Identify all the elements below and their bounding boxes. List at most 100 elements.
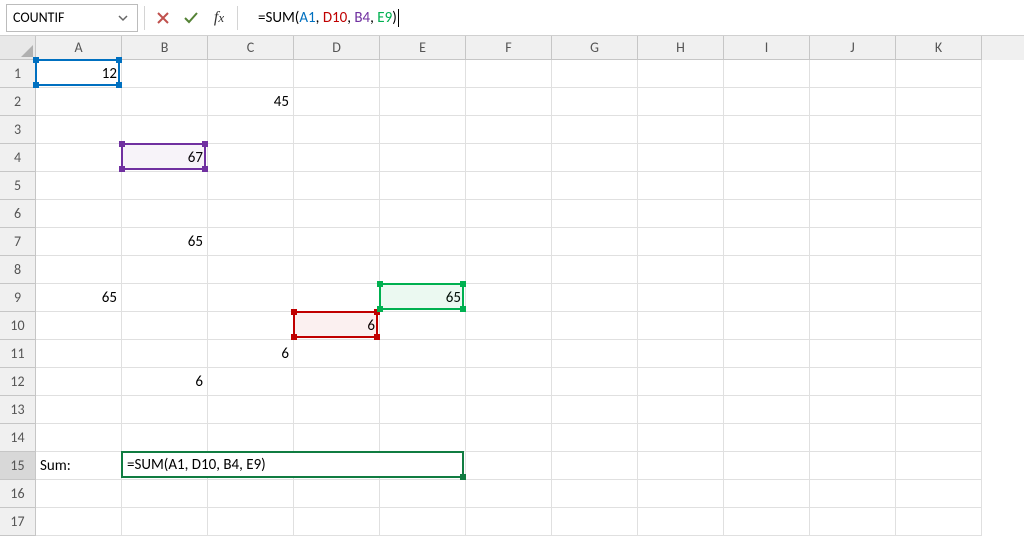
cell[interactable] — [466, 452, 552, 480]
cell[interactable] — [552, 284, 638, 312]
cell[interactable] — [380, 228, 466, 256]
row-header[interactable]: 14 — [0, 424, 36, 452]
cell[interactable] — [638, 424, 724, 452]
cell[interactable] — [896, 228, 982, 256]
cell[interactable] — [466, 396, 552, 424]
column-header[interactable]: H — [638, 36, 724, 60]
cell[interactable] — [638, 256, 724, 284]
cell[interactable] — [810, 396, 896, 424]
cell[interactable] — [724, 256, 810, 284]
cell[interactable] — [724, 60, 810, 88]
cell-value[interactable]: Sum: — [36, 452, 122, 480]
cell[interactable] — [294, 340, 380, 368]
cell-value[interactable]: 65 — [380, 284, 466, 312]
cell[interactable] — [294, 200, 380, 228]
cell[interactable] — [810, 144, 896, 172]
column-header[interactable]: K — [896, 36, 982, 60]
row-header[interactable]: 8 — [0, 256, 36, 284]
cell[interactable] — [466, 284, 552, 312]
cell[interactable] — [896, 200, 982, 228]
cell[interactable] — [36, 144, 122, 172]
cell[interactable] — [810, 452, 896, 480]
cell[interactable] — [552, 144, 638, 172]
cell[interactable] — [122, 60, 208, 88]
cell[interactable] — [810, 200, 896, 228]
cell[interactable] — [724, 312, 810, 340]
column-header[interactable]: A — [36, 36, 122, 60]
cell[interactable] — [36, 116, 122, 144]
cell[interactable] — [122, 396, 208, 424]
cell[interactable] — [896, 88, 982, 116]
cell[interactable] — [552, 200, 638, 228]
cell[interactable] — [896, 60, 982, 88]
cell[interactable] — [810, 256, 896, 284]
cell[interactable] — [724, 480, 810, 508]
cell[interactable] — [638, 144, 724, 172]
cell[interactable] — [208, 256, 294, 284]
select-all-corner[interactable] — [0, 36, 36, 60]
cell[interactable] — [294, 116, 380, 144]
cell[interactable] — [294, 508, 380, 536]
row-header[interactable]: 12 — [0, 368, 36, 396]
cell[interactable] — [552, 340, 638, 368]
row-header[interactable]: 15 — [0, 452, 36, 480]
cell[interactable] — [294, 480, 380, 508]
cell[interactable] — [638, 452, 724, 480]
cell[interactable] — [896, 480, 982, 508]
cell[interactable] — [294, 88, 380, 116]
cell[interactable] — [724, 368, 810, 396]
cell[interactable] — [552, 480, 638, 508]
row-header[interactable]: 1 — [0, 60, 36, 88]
column-header[interactable]: J — [810, 36, 896, 60]
cell[interactable] — [810, 312, 896, 340]
chevron-down-icon[interactable] — [115, 13, 131, 23]
enter-icon[interactable] — [179, 6, 203, 30]
cell[interactable] — [896, 172, 982, 200]
cell[interactable] — [552, 60, 638, 88]
cell[interactable] — [36, 172, 122, 200]
cell[interactable] — [122, 312, 208, 340]
cell[interactable] — [638, 508, 724, 536]
cell[interactable] — [896, 144, 982, 172]
cell[interactable] — [122, 480, 208, 508]
cell[interactable] — [638, 340, 724, 368]
cell[interactable] — [724, 508, 810, 536]
row-header[interactable]: 3 — [0, 116, 36, 144]
cell[interactable] — [552, 88, 638, 116]
cell[interactable] — [294, 60, 380, 88]
cell[interactable] — [552, 396, 638, 424]
cell[interactable] — [122, 200, 208, 228]
cell[interactable] — [810, 480, 896, 508]
cell-value[interactable]: 6 — [208, 340, 294, 368]
cell[interactable] — [36, 88, 122, 116]
cell[interactable] — [896, 256, 982, 284]
cell[interactable] — [208, 228, 294, 256]
cell[interactable] — [896, 312, 982, 340]
column-header[interactable]: F — [466, 36, 552, 60]
cell[interactable] — [638, 88, 724, 116]
cell[interactable] — [380, 340, 466, 368]
cell[interactable] — [552, 172, 638, 200]
row-header[interactable]: 17 — [0, 508, 36, 536]
cell[interactable] — [638, 312, 724, 340]
cell[interactable] — [810, 340, 896, 368]
cell-value[interactable]: 65 — [36, 284, 122, 312]
cell[interactable] — [896, 340, 982, 368]
cell[interactable] — [810, 508, 896, 536]
cell[interactable] — [466, 508, 552, 536]
cell[interactable] — [466, 228, 552, 256]
cell[interactable] — [36, 256, 122, 284]
cell[interactable] — [896, 116, 982, 144]
cell[interactable] — [122, 256, 208, 284]
cell[interactable] — [208, 284, 294, 312]
cell[interactable] — [724, 228, 810, 256]
cell[interactable] — [380, 508, 466, 536]
cell[interactable] — [638, 116, 724, 144]
cell[interactable] — [724, 144, 810, 172]
cell[interactable] — [724, 452, 810, 480]
cell[interactable] — [36, 480, 122, 508]
column-header[interactable]: D — [294, 36, 380, 60]
cell[interactable] — [638, 480, 724, 508]
cell[interactable] — [638, 284, 724, 312]
cell[interactable] — [466, 200, 552, 228]
